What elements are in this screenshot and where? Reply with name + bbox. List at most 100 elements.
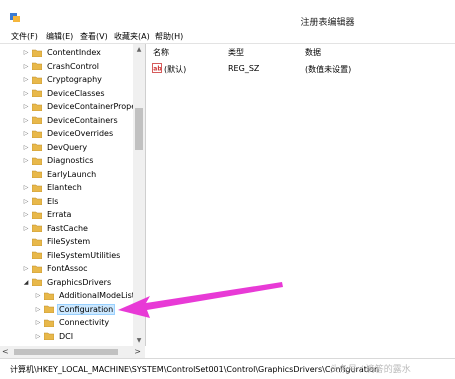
tree-item-label: FileSystemUtilities (47, 250, 121, 260)
expand-toggle-icon[interactable]: ▷ (22, 144, 30, 151)
folder-icon (44, 292, 54, 300)
scroll-up-arrow-icon[interactable]: ▲ (133, 46, 145, 53)
tree-item-label: ContentIndex (47, 48, 101, 57)
menu-help[interactable]: 帮助(H) (155, 31, 183, 42)
tree-item[interactable]: ▷ DeviceContainerPropert (22, 100, 144, 113)
tree-item[interactable]: ▷ Diagnostics (22, 154, 94, 167)
expand-toggle-icon[interactable]: ▷ (22, 63, 30, 70)
tree-item-label: EarlyLaunch (47, 169, 97, 179)
tree-item[interactable]: ▷ FontAssoc (22, 262, 89, 275)
expand-toggle-icon[interactable]: ▷ (22, 225, 30, 232)
value-name: (默认) (164, 65, 187, 74)
tree-item-label: Connectivity (59, 318, 110, 327)
folder-icon (32, 238, 42, 246)
tree-item-label: DeviceContainerPropert (47, 102, 143, 111)
expand-toggle-icon[interactable]: ▷ (34, 292, 42, 299)
tree-item[interactable]: ▷ CrashControl (22, 60, 100, 73)
tree-item[interactable]: ▷ Configuration (34, 303, 116, 316)
tree-item[interactable]: ▷ ContentIndex (22, 46, 102, 59)
folder-icon (32, 251, 42, 259)
status-path: 计算机\HKEY_LOCAL_MACHINE\SYSTEM\ControlSet… (10, 365, 380, 374)
expand-toggle-icon[interactable]: ▷ (34, 333, 42, 340)
vertical-scroll-thumb[interactable] (135, 108, 143, 150)
menu-file[interactable]: 文件(F) (11, 31, 38, 42)
expand-toggle-icon[interactable]: ▷ (22, 265, 30, 272)
column-header-type[interactable]: 类型 (228, 47, 244, 58)
tree-item-label: FastCache (47, 223, 88, 233)
tree-item[interactable]: ▷ Els (22, 195, 59, 208)
folder-icon (32, 116, 42, 124)
menu-favorites[interactable]: 收藏夹(A) (114, 31, 150, 42)
title-bar: 注册表编辑器 (0, 0, 455, 30)
horizontal-scroll-thumb[interactable] (14, 349, 118, 355)
tree-item[interactable]: EarlyLaunch (22, 168, 97, 181)
registry-key-tree[interactable]: ▷ ContentIndex ▷ CrashControl ▷ Cryptography ▷… (0, 44, 146, 346)
tree-item[interactable]: ▷ DeviceContainers (22, 114, 119, 127)
tree-item[interactable]: ▷ DeviceOverrides (22, 127, 114, 140)
expand-toggle-icon[interactable]: ▷ (22, 130, 30, 137)
tree-item-label: FileSystem (47, 237, 91, 246)
value-type: REG_SZ (228, 64, 260, 73)
tree-item-label: Els (47, 196, 59, 206)
tree-item[interactable]: ▷ Elantech (22, 181, 83, 194)
folder-icon (32, 62, 42, 70)
scroll-down-arrow-icon[interactable]: ▼ (133, 337, 145, 344)
folder-icon (32, 224, 42, 232)
tree-item-label: GraphicsDrivers (47, 277, 112, 287)
tree-item[interactable]: FileSystem (22, 235, 91, 248)
folder-icon (32, 265, 42, 273)
tree-item-label: DCI (59, 331, 74, 341)
tree-item[interactable]: ▷ Errata (22, 208, 72, 221)
expand-toggle-icon[interactable]: ▷ (22, 117, 30, 124)
tree-item[interactable]: ▷ DevQuery (22, 141, 88, 154)
folder-icon (32, 211, 42, 219)
scroll-left-arrow-icon[interactable]: < (2, 347, 9, 356)
tree-item-label: Errata (47, 210, 72, 219)
tree-item-label: Elantech (47, 183, 82, 192)
expand-toggle-icon[interactable]: ▷ (22, 184, 30, 191)
folder-icon (32, 157, 42, 165)
value-list-header: 名称 类型 数据 (148, 45, 455, 59)
tree-horizontal-scrollbar[interactable]: < > (0, 346, 145, 358)
menu-edit[interactable]: 编辑(E) (46, 31, 73, 42)
folder-icon (32, 103, 42, 111)
tree-item-label: DevQuery (47, 142, 88, 152)
value-row[interactable]: ab (默认) REG_SZ (数值未设置) (148, 62, 455, 76)
value-data: (数值未设置) (305, 65, 352, 74)
tree-item[interactable]: ◢ GraphicsDrivers (22, 276, 112, 289)
expand-toggle-icon[interactable]: ▷ (34, 306, 42, 313)
tree-item[interactable]: ▷ FastCache (22, 222, 89, 235)
column-header-name[interactable]: 名称 (153, 47, 169, 58)
expand-toggle-icon[interactable]: ▷ (22, 198, 30, 205)
folder-icon (32, 184, 42, 192)
expand-toggle-icon[interactable]: ◢ (22, 279, 30, 286)
tree-vertical-scrollbar[interactable]: ▲ ▼ (133, 44, 145, 346)
tree-item[interactable]: ▷ DeviceClasses (22, 87, 106, 100)
tree-item-label: AdditionalModeLists (59, 291, 140, 300)
tree-item-label: DeviceClasses (47, 88, 105, 98)
tree-item-label: Configuration (56, 303, 116, 315)
folder-icon (32, 170, 42, 178)
tree-item-label: FontAssoc (47, 264, 88, 273)
window-title: 注册表编辑器 (300, 18, 355, 28)
expand-toggle-icon[interactable]: ▷ (22, 157, 30, 164)
tree-item[interactable]: ▷ DCI (34, 330, 74, 343)
tree-item-label: Diagnostics (47, 156, 94, 165)
tree-item[interactable]: ▷ Cryptography (22, 73, 103, 86)
tree-item[interactable]: ▷ AdditionalModeLists (34, 289, 140, 302)
expand-toggle-icon[interactable]: ▷ (22, 103, 30, 110)
expand-toggle-icon[interactable]: ▷ (22, 90, 30, 97)
expand-toggle-icon[interactable]: ▷ (22, 211, 30, 218)
folder-icon (44, 332, 54, 340)
folder-icon (32, 143, 42, 151)
expand-toggle-icon[interactable]: ▷ (34, 319, 42, 326)
tree-item[interactable]: ▷ Connectivity (34, 316, 110, 329)
scroll-right-arrow-icon[interactable]: > (134, 347, 141, 356)
menu-view[interactable]: 查看(V) (80, 31, 108, 42)
column-header-data[interactable]: 数据 (305, 47, 321, 58)
tree-item[interactable]: FileSystemUtilities (22, 249, 121, 262)
expand-toggle-icon[interactable]: ▷ (22, 76, 30, 83)
folder-icon (32, 49, 42, 57)
tree-item-label: DeviceOverrides (47, 129, 114, 138)
expand-toggle-icon[interactable]: ▷ (22, 49, 30, 56)
